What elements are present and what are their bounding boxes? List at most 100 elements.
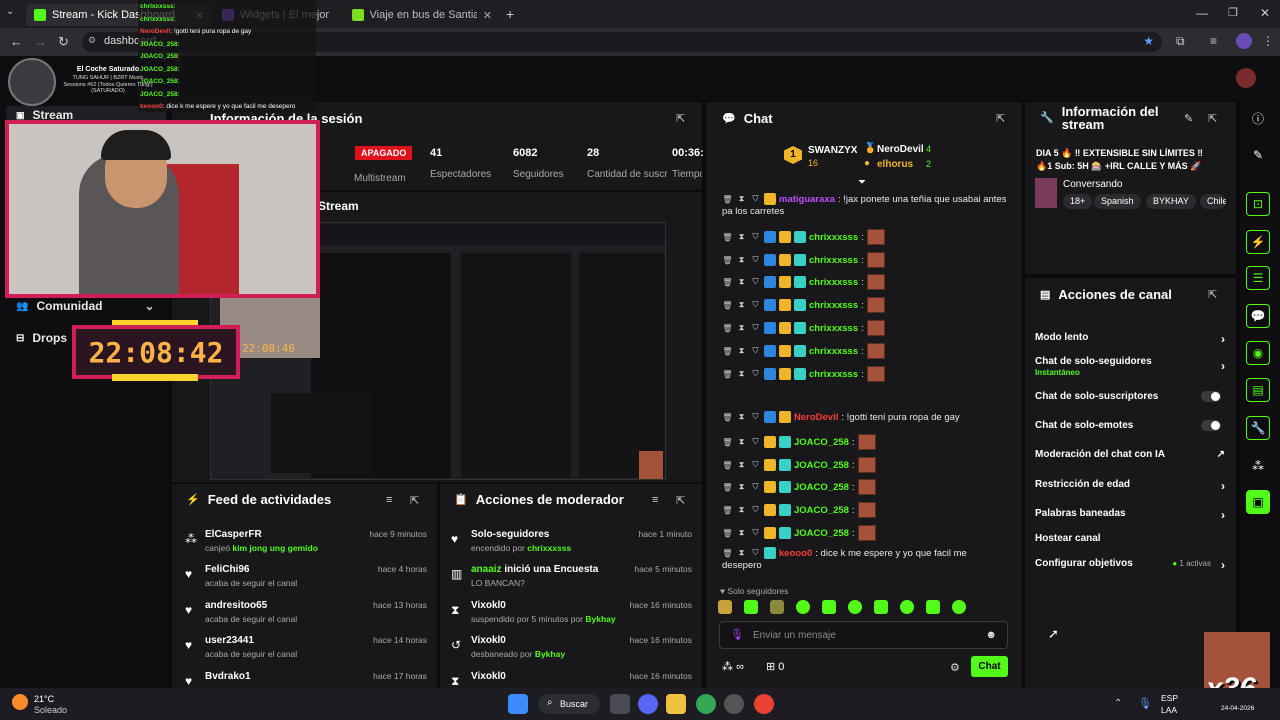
bolt-icon[interactable]: ⚡	[1246, 230, 1270, 254]
chat-message[interactable]: 🗑 ⧗ ⛉ JOACO_258:	[722, 525, 1012, 541]
second-gifter-name[interactable]: NeroDevil	[877, 144, 924, 155]
chat-username[interactable]: JOACO_258	[794, 482, 849, 493]
timeout-icon[interactable]: ⧗	[736, 255, 747, 266]
emote-icon[interactable]	[718, 600, 732, 614]
emote-icon[interactable]	[952, 600, 966, 614]
send-chat-button[interactable]: Chat	[971, 656, 1008, 677]
tab-bus-trip[interactable]: Viaje en bus de Santiago a Valp ✕	[344, 4, 500, 26]
channel-action-2[interactable]: Chat de solo-seguidores Instantáneo ›	[1035, 356, 1225, 377]
popout-icon[interactable]: ⇱	[1208, 112, 1217, 125]
list-icon[interactable]: ☰	[1246, 266, 1270, 290]
chat-username[interactable]: chrixxxsss	[809, 232, 858, 243]
channel-action-9[interactable]: Configurar objetivos ● 1 activas ›	[1035, 558, 1225, 576]
emote-icon[interactable]	[796, 600, 810, 614]
delete-message-icon[interactable]: 🗑	[722, 232, 733, 243]
timeout-icon[interactable]: ⧗	[736, 528, 747, 539]
emote-icon[interactable]	[900, 600, 914, 614]
language-indicator[interactable]: ESP	[1161, 693, 1178, 703]
delete-message-icon[interactable]: 🗑	[722, 482, 733, 493]
chat-message[interactable]: 🗑 ⧗ ⛉ JOACO_258:	[722, 502, 1012, 518]
toggle-switch[interactable]	[1201, 391, 1221, 402]
site-info-icon[interactable]: ⚙	[88, 35, 96, 46]
apps-icon[interactable]: ⁂	[1246, 454, 1270, 478]
edit-pencil-icon[interactable]: ✎	[1184, 112, 1193, 125]
chat-message[interactable]: 🗑 ⧗ ⛉ NeroDevil: !gotti teni pura ropa de g…	[722, 411, 1012, 423]
chat-username[interactable]: matiguaraxa	[779, 194, 835, 205]
delete-message-icon[interactable]: 🗑	[722, 369, 733, 380]
chat-username[interactable]: NeroDevil	[794, 412, 838, 423]
timeout-icon[interactable]: ⧗	[736, 412, 747, 423]
emote-icon[interactable]	[874, 600, 888, 614]
extensions-icon[interactable]: ⧉	[1176, 34, 1185, 49]
chat-username[interactable]: chrixxxsss	[809, 323, 858, 334]
delete-message-icon[interactable]: 🗑	[722, 323, 733, 334]
forward-icon[interactable]: →	[34, 34, 47, 49]
chat-message[interactable]: 🗑 ⧗ ⛉ matiguaraxa: !jax ponete una teñia qu…	[722, 193, 1012, 205]
ban-shield-icon[interactable]: ⛉	[750, 482, 761, 493]
timeout-icon[interactable]: ⧗	[736, 460, 747, 471]
chat-username[interactable]: chrixxxsss	[809, 300, 858, 311]
chat-username[interactable]: JOACO_258	[794, 460, 849, 471]
ban-shield-icon[interactable]: ⛉	[750, 548, 761, 559]
ban-shield-icon[interactable]: ⛉	[750, 300, 761, 311]
wrench-icon[interactable]: 🔧	[1246, 416, 1270, 440]
ban-shield-icon[interactable]: ⛉	[750, 194, 761, 205]
ban-shield-icon[interactable]: ⛉	[750, 255, 761, 266]
chat-message[interactable]: 🗑 ⧗ ⛉ chrixxxsss:	[722, 274, 1012, 290]
delete-message-icon[interactable]: 🗑	[722, 346, 733, 357]
close-tab-icon[interactable]: ✕	[483, 9, 492, 22]
discord-icon[interactable]	[638, 694, 658, 714]
emote-icon[interactable]	[848, 600, 862, 614]
timeout-icon[interactable]: ⧗	[736, 277, 747, 288]
timeout-icon[interactable]: ⧗	[736, 437, 747, 448]
filter-icon[interactable]: ≡	[386, 494, 392, 506]
profile-avatar[interactable]	[1236, 33, 1252, 49]
ban-shield-icon[interactable]: ⛉	[750, 505, 761, 516]
emote-icon[interactable]	[770, 600, 784, 614]
chat-message[interactable]: 🗑 ⧗ ⛉ JOACO_258:	[722, 479, 1012, 495]
add-widget-icon[interactable]: ▣	[1246, 490, 1270, 514]
emote-icon[interactable]	[822, 600, 836, 614]
pencil-icon[interactable]: ✎	[1246, 143, 1270, 167]
reload-icon[interactable]: ↻	[58, 34, 69, 50]
channel-action-7[interactable]: Palabras baneadas ›	[1035, 508, 1225, 526]
emoji-picker-icon[interactable]: ☻	[985, 629, 997, 641]
timeout-icon[interactable]: ⧗	[736, 300, 747, 311]
collapse-leaderboard-icon[interactable]: ⏷	[858, 177, 866, 188]
chat-message[interactable]: 🗑 ⧗ ⛉ chrixxxsss:	[722, 229, 1012, 245]
toggle-switch[interactable]	[1201, 420, 1221, 431]
ban-shield-icon[interactable]: ⛉	[750, 277, 761, 288]
popout-icon[interactable]: ⇱	[676, 494, 685, 507]
ban-shield-icon[interactable]: ⛉	[750, 323, 761, 334]
ban-shield-icon[interactable]: ⛉	[750, 437, 761, 448]
chat-input[interactable]: 🎙 Enviar un mensaje ☻	[719, 621, 1008, 649]
back-icon[interactable]: ←	[10, 34, 23, 49]
chat-message[interactable]: 🗑 ⧗ ⛉ JOACO_258:	[722, 434, 1012, 450]
sidebar-item-community[interactable]: 👥 Comunidad ⌄	[16, 299, 155, 313]
chat-message[interactable]: 🗑 ⧗ ⛉ chrixxxsss:	[722, 366, 1012, 382]
chat-username[interactable]: chrixxxsss	[809, 346, 858, 357]
keyboard-layout[interactable]: LAA	[1161, 705, 1177, 715]
chat-username[interactable]: JOACO_258	[794, 437, 849, 448]
browser-menu-icon[interactable]: ⋮	[1262, 34, 1274, 48]
chat-username[interactable]: JOACO_258	[794, 505, 849, 516]
delete-message-icon[interactable]: 🗑	[722, 277, 733, 288]
info-icon[interactable]: ⓘ	[1246, 106, 1270, 130]
chat-message[interactable]: 🗑 ⧗ ⛉ JOACO_258:	[722, 457, 1012, 473]
delete-message-icon[interactable]: 🗑	[722, 505, 733, 516]
channel-action-3[interactable]: Chat de solo-suscriptores	[1035, 391, 1225, 409]
delete-message-icon[interactable]: 🗑	[722, 255, 733, 266]
top-gifter-name[interactable]: SWANZYX	[808, 145, 857, 156]
timeout-icon[interactable]: ⧗	[736, 232, 747, 243]
channel-action-8[interactable]: Hostear canal	[1035, 533, 1225, 551]
popout-icon[interactable]: ⇱	[410, 494, 419, 507]
taskbar-search[interactable]: ⌕ Buscar	[538, 694, 600, 714]
delete-message-icon[interactable]: 🗑	[722, 528, 733, 539]
bookmark-star-icon[interactable]: ★	[1143, 34, 1154, 48]
weather-desc[interactable]: Soleado	[34, 705, 67, 715]
delete-message-icon[interactable]: 🗑	[722, 460, 733, 471]
close-window-icon[interactable]: ✕	[1260, 6, 1270, 20]
third-gifter-name[interactable]: elhorus	[877, 159, 913, 170]
viewer-list-icon[interactable]: ⁂ ∞	[722, 660, 744, 673]
tray-chevron-icon[interactable]: ⌃	[1114, 698, 1122, 709]
